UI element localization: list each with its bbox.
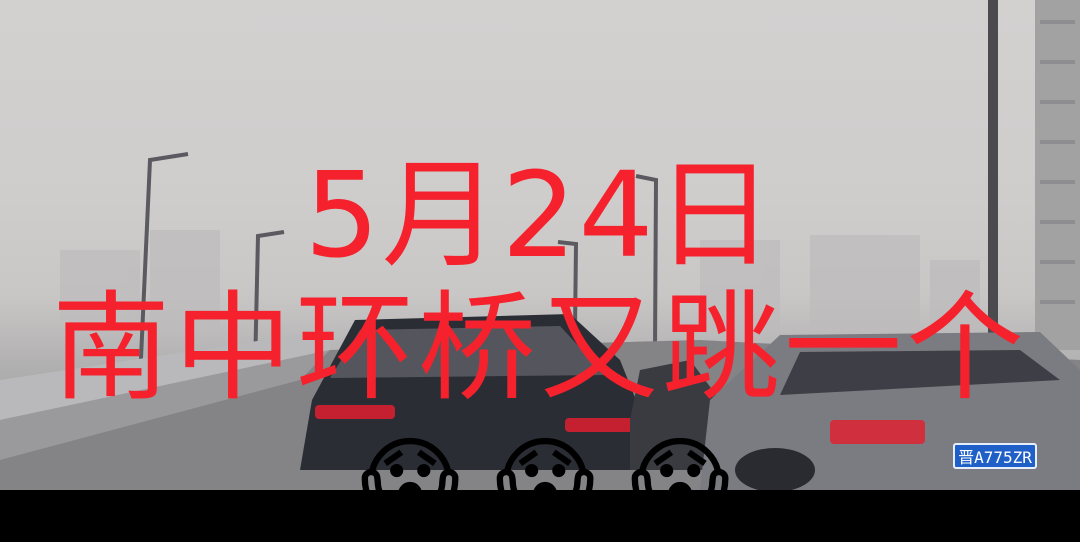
screaming-face-icon: 😱 [359, 426, 461, 538]
video-frame: 晋A775ZR 5月24日 南中环桥又跳一个 😱 😱 😱 [0, 0, 1080, 542]
emoji-row: 😱 😱 😱 [350, 422, 740, 542]
caption-date: 5月24日 [304, 146, 776, 284]
screaming-face-icon: 😱 [629, 426, 731, 538]
license-plate: 晋A775ZR [953, 443, 1037, 469]
screaming-face-icon: 😱 [494, 426, 596, 538]
caption-headline: 南中环桥又跳一个 [51, 279, 1028, 417]
